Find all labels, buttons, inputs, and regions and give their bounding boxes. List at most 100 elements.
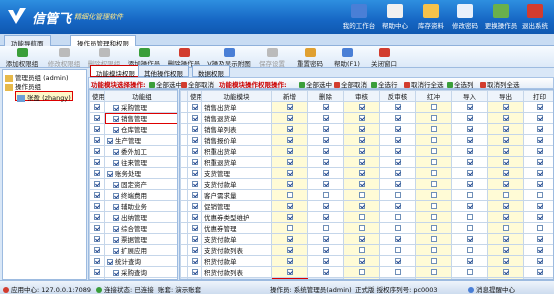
tab-data-permissions[interactable]: 数据权限 bbox=[192, 65, 230, 78]
use-checkbox[interactable] bbox=[94, 170, 100, 176]
function-group-row[interactable]: 票据管理 bbox=[89, 233, 177, 245]
function-group-row[interactable]: 仓库管理 bbox=[89, 123, 177, 135]
perm-audit-checkbox[interactable] bbox=[358, 203, 365, 209]
perm-delete-checkbox[interactable] bbox=[322, 225, 329, 231]
module-row[interactable]: 积货付款列表 bbox=[180, 266, 553, 278]
column-header-use[interactable]: 使用 bbox=[187, 90, 202, 102]
module-use-checkbox[interactable] bbox=[191, 247, 198, 253]
perm-unaudit-checkbox[interactable] bbox=[394, 148, 401, 154]
use-checkbox[interactable] bbox=[94, 137, 100, 143]
perm-print-checkbox[interactable] bbox=[536, 137, 543, 143]
use-checkbox[interactable] bbox=[94, 148, 100, 154]
perm-red-offset-checkbox[interactable] bbox=[430, 258, 437, 264]
function-group-row[interactable]: 终端费用 bbox=[89, 189, 177, 201]
tab-other-permissions[interactable]: 其他操作权限 bbox=[138, 65, 189, 78]
perm-unaudit-checkbox[interactable] bbox=[394, 192, 401, 198]
function-group-row[interactable]: 固定资产 bbox=[89, 178, 177, 190]
module-row[interactable]: 销售报价单 bbox=[180, 134, 553, 146]
perm-delete-checkbox[interactable] bbox=[322, 104, 329, 110]
perm-add-checkbox[interactable] bbox=[286, 148, 293, 154]
perm-export-checkbox[interactable] bbox=[502, 247, 509, 253]
perm-red-offset-checkbox[interactable] bbox=[430, 126, 437, 132]
perm-red-offset-checkbox[interactable] bbox=[430, 104, 437, 110]
perm-unaudit-checkbox[interactable] bbox=[394, 126, 401, 132]
perm-import-checkbox[interactable] bbox=[466, 104, 473, 110]
perm-import-checkbox[interactable] bbox=[466, 181, 473, 187]
perm-red-offset-checkbox[interactable] bbox=[430, 192, 437, 198]
group-checkbox[interactable] bbox=[113, 149, 119, 155]
perm-unaudit-checkbox[interactable] bbox=[394, 170, 401, 176]
use-checkbox[interactable] bbox=[94, 115, 100, 121]
function-group-row[interactable]: 辅助业务 bbox=[89, 200, 177, 212]
perm-red-offset-checkbox[interactable] bbox=[430, 137, 437, 143]
top-button-power[interactable]: 退出系统 bbox=[514, 2, 554, 33]
perm-print-checkbox[interactable] bbox=[536, 192, 543, 198]
perm-unaudit-checkbox[interactable] bbox=[394, 214, 401, 220]
column-header-export[interactable]: 导出 bbox=[487, 90, 524, 102]
use-checkbox[interactable] bbox=[94, 104, 100, 110]
module-row[interactable]: 支货付款单 bbox=[180, 233, 553, 245]
use-checkbox[interactable] bbox=[94, 225, 100, 231]
module-row[interactable]: 支货管理 bbox=[180, 167, 553, 179]
perm-import-checkbox[interactable] bbox=[466, 225, 473, 231]
perm-red-offset-checkbox[interactable] bbox=[430, 181, 437, 187]
perm-add-checkbox[interactable] bbox=[286, 247, 293, 253]
module-use-checkbox[interactable] bbox=[191, 269, 198, 275]
perm-red-offset-checkbox[interactable] bbox=[430, 236, 437, 242]
module-row[interactable]: 销售单列表 bbox=[180, 123, 553, 135]
group-checkbox[interactable] bbox=[113, 270, 119, 276]
module-use-checkbox[interactable] bbox=[191, 115, 198, 121]
perm-print-checkbox[interactable] bbox=[536, 104, 543, 110]
perm-audit-checkbox[interactable] bbox=[358, 225, 365, 231]
use-checkbox[interactable] bbox=[94, 269, 100, 275]
perm-print-checkbox[interactable] bbox=[536, 126, 543, 132]
perm-audit-checkbox[interactable] bbox=[358, 126, 365, 132]
function-group-row[interactable]: 委外加工 bbox=[89, 145, 177, 157]
status-item[interactable]: 消息提醒中心 bbox=[468, 284, 515, 294]
group-checkbox[interactable] bbox=[113, 105, 119, 111]
function-group-row[interactable]: 采购查询 bbox=[89, 266, 177, 278]
column-header-unaudit[interactable]: 反审核 bbox=[379, 90, 416, 102]
perm-delete-checkbox[interactable] bbox=[322, 214, 329, 220]
module-use-checkbox[interactable] bbox=[191, 137, 198, 143]
perm-export-checkbox[interactable] bbox=[502, 236, 509, 242]
column-header-red-offset[interactable]: 红冲 bbox=[415, 90, 452, 102]
module-row[interactable]: 销售出货单 bbox=[180, 101, 553, 113]
perm-red-offset-checkbox[interactable] bbox=[430, 203, 437, 209]
group-checkbox[interactable] bbox=[113, 193, 119, 199]
perm-print-checkbox[interactable] bbox=[536, 181, 543, 187]
perm-red-offset-checkbox[interactable] bbox=[430, 159, 437, 165]
module-use-checkbox[interactable] bbox=[191, 236, 198, 242]
perm-export-checkbox[interactable] bbox=[502, 181, 509, 187]
column-header-import[interactable]: 导入 bbox=[451, 90, 488, 102]
perm-export-checkbox[interactable] bbox=[502, 203, 509, 209]
perm-audit-checkbox[interactable] bbox=[358, 269, 365, 275]
perm-delete-checkbox[interactable] bbox=[322, 258, 329, 264]
module-row[interactable]: 积重退货单 bbox=[180, 156, 553, 168]
module-row[interactable]: 积货付款单 bbox=[180, 255, 553, 267]
perm-export-checkbox[interactable] bbox=[502, 258, 509, 264]
perm-delete-checkbox[interactable] bbox=[322, 236, 329, 242]
module-use-checkbox[interactable] bbox=[191, 203, 198, 209]
perm-import-checkbox[interactable] bbox=[466, 170, 473, 176]
perm-export-checkbox[interactable] bbox=[502, 137, 509, 143]
perm-unaudit-checkbox[interactable] bbox=[394, 104, 401, 110]
perm-audit-checkbox[interactable] bbox=[358, 247, 365, 253]
perm-audit-checkbox[interactable] bbox=[358, 159, 365, 165]
perm-print-checkbox[interactable] bbox=[536, 236, 543, 242]
permission-cancel-row-button[interactable]: 取消行全选 bbox=[404, 79, 444, 89]
perm-add-checkbox[interactable] bbox=[286, 181, 293, 187]
module-row[interactable]: 支货付款列表 bbox=[180, 244, 553, 256]
perm-add-checkbox[interactable] bbox=[286, 269, 293, 275]
perm-add-checkbox[interactable] bbox=[286, 214, 293, 220]
function-group-row[interactable]: 统计查询 bbox=[89, 255, 177, 267]
perm-audit-checkbox[interactable] bbox=[358, 258, 365, 264]
use-checkbox[interactable] bbox=[94, 181, 100, 187]
perm-add-checkbox[interactable] bbox=[286, 137, 293, 143]
perm-delete-checkbox[interactable] bbox=[322, 115, 329, 121]
perm-audit-checkbox[interactable] bbox=[358, 181, 365, 187]
perm-delete-checkbox[interactable] bbox=[322, 159, 329, 165]
perm-import-checkbox[interactable] bbox=[466, 203, 473, 209]
module-use-checkbox[interactable] bbox=[191, 214, 198, 220]
perm-unaudit-checkbox[interactable] bbox=[394, 203, 401, 209]
